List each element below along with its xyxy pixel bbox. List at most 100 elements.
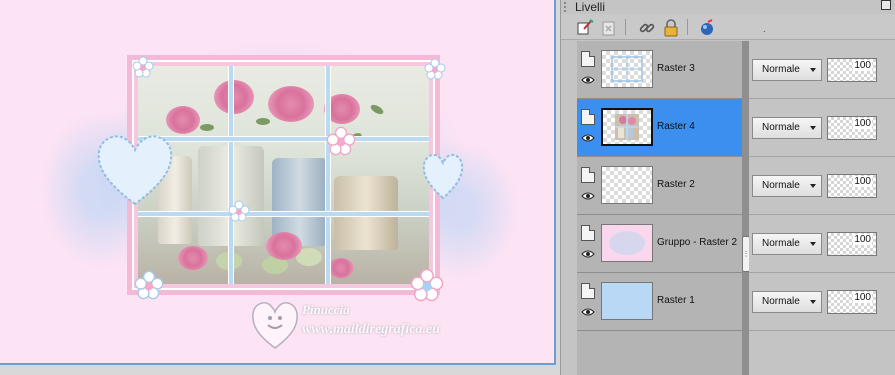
dropdown-arrow-icon: [810, 184, 816, 188]
layers-panel: Livelli . Raster 3 Raster 4 Raster 2 Gru…: [560, 0, 895, 375]
opacity-value: 100: [853, 234, 872, 245]
layer-name: Gruppo - Raster 2: [657, 237, 738, 248]
layer-icons: [579, 165, 599, 209]
layer-thumbnail: [601, 282, 653, 320]
layer-icons: [579, 281, 599, 325]
window-mullion: [325, 66, 331, 284]
panel-title: Livelli: [575, 0, 606, 14]
layers-toolbar: .: [561, 14, 895, 40]
leaf: [200, 124, 214, 131]
blend-mode-value: Normale: [762, 64, 800, 75]
layer-row[interactable]: Gruppo - Raster 2: [577, 215, 742, 273]
still-life-photo: [138, 66, 429, 284]
opacity-field[interactable]: 100: [827, 58, 877, 82]
peony: [178, 246, 208, 270]
blossom-icon: [424, 58, 446, 80]
left-heart-icon: [97, 135, 173, 206]
panel-grip-handle[interactable]: [564, 2, 570, 12]
toolbar-mark: .: [763, 24, 766, 34]
new-layer-icon[interactable]: [575, 18, 595, 38]
blossom-icon: [134, 270, 164, 300]
layer-name: Raster 4: [657, 121, 695, 132]
layer-icons: [579, 49, 599, 93]
group-layer-icon: [581, 225, 595, 241]
blend-mode-select[interactable]: Normale: [752, 117, 822, 139]
toolbar-separator: [625, 19, 626, 35]
layer-name: Raster 1: [657, 295, 695, 306]
leaf: [256, 118, 270, 125]
blend-mode-value: Normale: [762, 122, 800, 133]
blossom-icon: [132, 56, 154, 78]
window-mullion: [138, 211, 429, 217]
layer-properties: Normale 100 Normale 100 Normale 100 Norm…: [749, 41, 895, 375]
panel-maximize-button[interactable]: [881, 0, 891, 10]
blend-mode-select[interactable]: Normale: [752, 59, 822, 81]
watermark-heart-logo-icon: [252, 302, 298, 349]
layer-thumbnail: [601, 166, 653, 204]
layer-icons: [579, 107, 599, 151]
layer-list-scrollbar[interactable]: [742, 41, 749, 375]
leaf: [369, 102, 385, 117]
dropdown-arrow-icon: [810, 126, 816, 130]
raster-layer-icon: [581, 283, 595, 299]
opacity-field[interactable]: 100: [827, 290, 877, 314]
watermark-name: Pinuccia: [302, 302, 350, 317]
peony: [214, 80, 254, 114]
raster-layer-icon: [581, 51, 595, 67]
window-mullion: [138, 136, 429, 142]
delete-layer-icon[interactable]: [599, 18, 619, 38]
layer-properties-row: Normale 100: [749, 41, 895, 99]
visibility-eye-icon[interactable]: [579, 305, 597, 319]
dropdown-arrow-icon: [810, 300, 816, 304]
visibility-eye-icon[interactable]: [579, 73, 597, 87]
blend-mode-value: Normale: [762, 180, 800, 191]
peony: [266, 232, 302, 260]
opacity-value: 100: [853, 176, 872, 187]
blend-mode-select[interactable]: Normale: [752, 291, 822, 313]
lock-icon[interactable]: [661, 18, 681, 38]
layer-thumbnail: [601, 50, 653, 88]
layer-properties-row: Normale 100: [749, 157, 895, 215]
link-icon[interactable]: [637, 18, 657, 38]
raster-layer-icon: [581, 109, 595, 125]
toolbar-separator: [687, 19, 688, 35]
visibility-eye-icon[interactable]: [579, 247, 597, 261]
dropdown-arrow-icon: [810, 242, 816, 246]
opacity-field[interactable]: 100: [827, 232, 877, 256]
layer-properties-row: Normale 100: [749, 215, 895, 273]
blend-mode-value: Normale: [762, 296, 800, 307]
blend-mode-select[interactable]: Normale: [752, 175, 822, 197]
layer-row[interactable]: Raster 2: [577, 157, 742, 215]
layer-row[interactable]: Raster 1: [577, 273, 742, 331]
layer-name: Raster 3: [657, 63, 695, 74]
blossom-icon: [228, 200, 250, 222]
blend-ball-icon[interactable]: [697, 18, 717, 38]
opacity-field[interactable]: 100: [827, 116, 877, 140]
visibility-eye-icon[interactable]: [579, 131, 597, 145]
layer-list: Raster 3 Raster 4 Raster 2 Gruppo - Rast…: [577, 41, 742, 375]
layer-properties-row: Normale 100: [749, 99, 895, 157]
layer-name: Raster 2: [657, 179, 695, 190]
layer-row[interactable]: Raster 3: [577, 41, 742, 99]
blend-mode-value: Normale: [762, 238, 800, 249]
dropdown-arrow-icon: [810, 68, 816, 72]
layer-row-selected[interactable]: Raster 4: [577, 99, 742, 157]
layer-thumbnail: [601, 224, 653, 262]
raster-layer-icon: [581, 167, 595, 183]
layer-properties-row: Normale 100: [749, 273, 895, 331]
layer-thumbnail: [601, 108, 653, 146]
image-canvas-area[interactable]: Pinuccia www.maildiregrafica.eu: [0, 0, 560, 375]
right-heart-icon: [422, 153, 464, 200]
opacity-value: 100: [853, 292, 872, 303]
blend-mode-select[interactable]: Normale: [752, 233, 822, 255]
blossom-icon: [326, 126, 356, 156]
opacity-value: 100: [853, 118, 872, 129]
opacity-field[interactable]: 100: [827, 174, 877, 198]
visibility-eye-icon[interactable]: [579, 189, 597, 203]
peony: [328, 258, 354, 278]
layer-icons: [579, 223, 599, 267]
peony: [268, 86, 314, 122]
watermark: Pinuccia www.maildiregrafica.eu: [250, 296, 490, 360]
window-mullion: [228, 66, 234, 284]
watermark-url: www.maildiregrafica.eu: [302, 322, 440, 337]
